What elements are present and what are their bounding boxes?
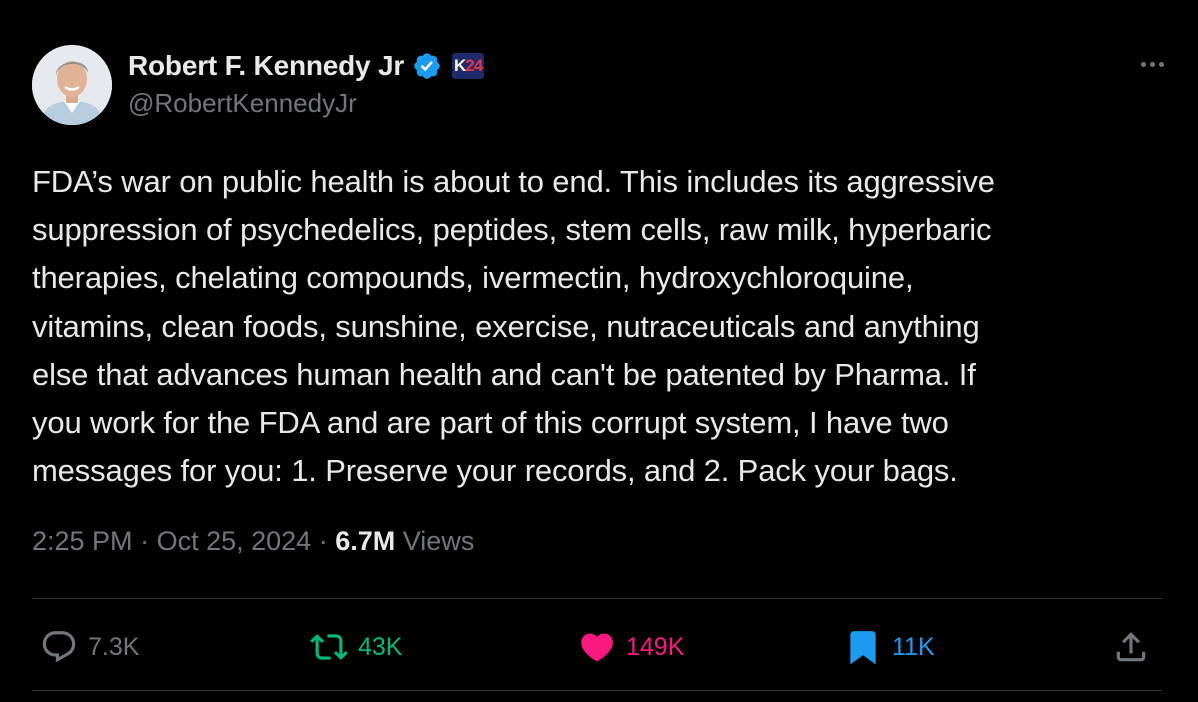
avatar[interactable]: [32, 45, 112, 125]
reply-count: 7.3K: [88, 632, 140, 661]
like-count: 149K: [626, 632, 685, 661]
like-button[interactable]: 149K: [578, 620, 684, 674]
repost-button[interactable]: 43K: [310, 620, 402, 674]
author-handle[interactable]: @RobertKennedyJr: [128, 88, 357, 119]
author-name-row: Robert F. Kennedy Jr K 24: [128, 48, 485, 84]
tweet-time[interactable]: 2:25 PM: [32, 526, 133, 556]
verified-badge-icon[interactable]: [412, 51, 442, 81]
affiliate-badge-letter: K: [453, 56, 466, 75]
tweet-date[interactable]: Oct 25, 2024: [157, 526, 312, 556]
affiliate-badge-number: 24: [465, 56, 483, 75]
reply-icon: [42, 631, 76, 663]
action-bar: 7.3K 43K 149K 11K: [32, 620, 1162, 674]
affiliate-badge[interactable]: K 24: [452, 53, 485, 79]
share-icon: [1116, 632, 1146, 662]
tweet-text: FDA’s war on public health is about to e…: [32, 164, 995, 489]
views-label: Views: [402, 526, 475, 556]
bookmark-count: 11K: [892, 632, 935, 661]
meta-separator: ·: [318, 526, 328, 556]
share-button[interactable]: [1112, 620, 1150, 674]
divider: [32, 690, 1162, 691]
repost-count: 43K: [358, 632, 403, 661]
repost-icon: [310, 634, 348, 660]
divider: [32, 598, 1162, 599]
views-count: 6.7M: [335, 526, 396, 556]
tweet-metadata: 2:25 PM · Oct 25, 2024 · 6.7M Views: [32, 526, 474, 557]
heart-icon: [581, 633, 613, 662]
bookmark-button[interactable]: 11K: [844, 620, 935, 674]
more-options-icon[interactable]: [1134, 50, 1170, 78]
author-display-name[interactable]: Robert F. Kennedy Jr: [128, 50, 404, 82]
bookmark-icon: [850, 631, 876, 665]
meta-separator: ·: [140, 526, 150, 556]
reply-button[interactable]: 7.3K: [40, 620, 139, 674]
tweet: Robert F. Kennedy Jr K 24 @RobertKennedyJ…: [0, 0, 1198, 702]
